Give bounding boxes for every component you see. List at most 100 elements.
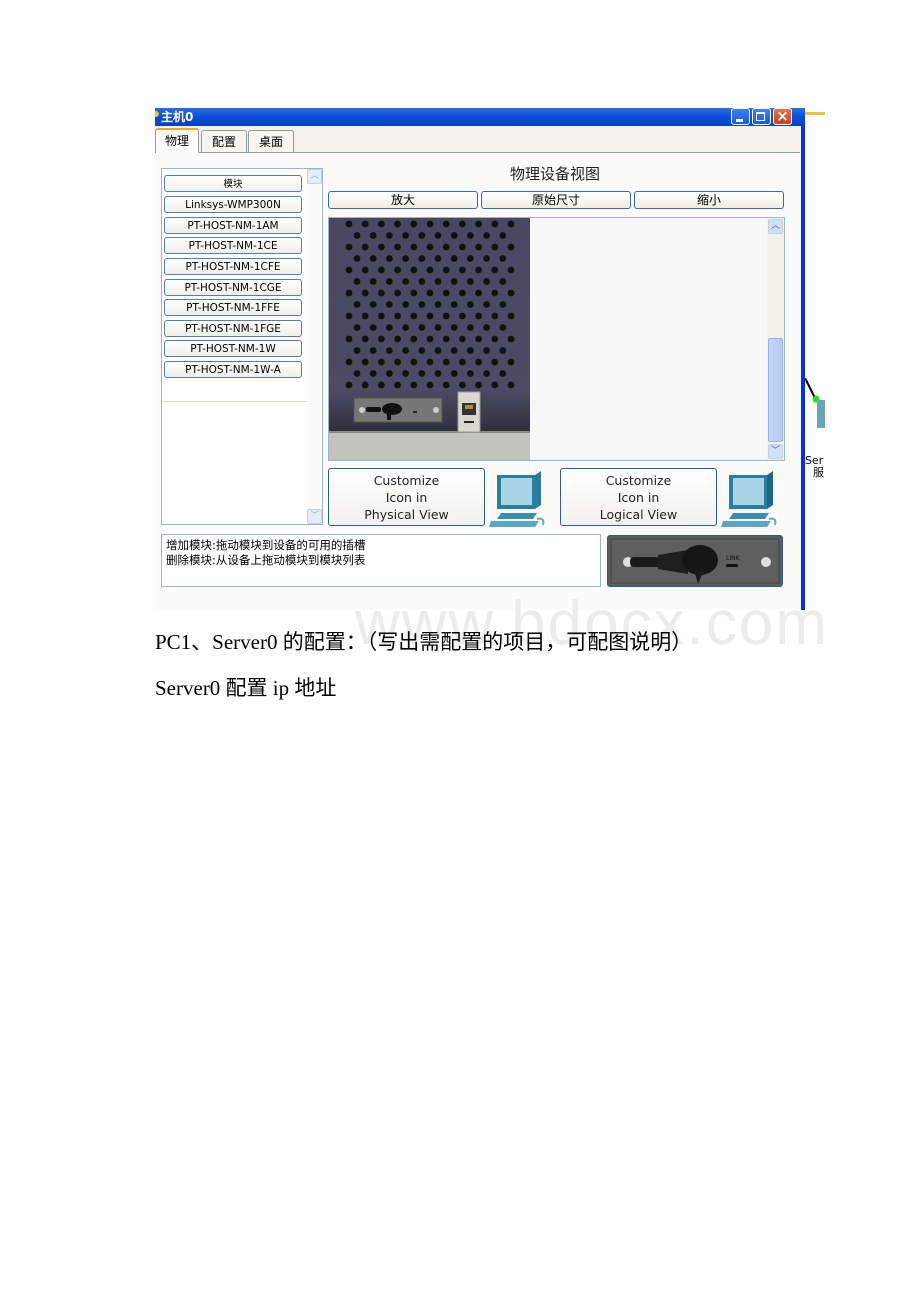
scroll-down-arrow-icon[interactable]: ﹀ bbox=[768, 444, 783, 459]
module-list-scrollbar[interactable]: ︿ ﹀ bbox=[307, 169, 322, 524]
module-list-header[interactable]: 模块 bbox=[164, 175, 302, 192]
vent-hole bbox=[369, 232, 377, 239]
device-view-scrollbar[interactable]: ︿ ﹀ bbox=[767, 218, 784, 460]
device-image bbox=[329, 218, 530, 460]
vent-hole bbox=[402, 255, 409, 262]
tab-desktop[interactable]: 桌面 bbox=[248, 130, 294, 152]
vent-hole bbox=[442, 358, 450, 366]
vent-hole bbox=[434, 255, 442, 262]
vent-hole bbox=[418, 324, 426, 331]
vent-hole bbox=[442, 266, 450, 274]
vent-hole bbox=[434, 370, 442, 377]
vent-hole bbox=[491, 220, 499, 228]
vent-hole bbox=[483, 370, 490, 377]
topology-canvas[interactable]: Ser 服 bbox=[805, 108, 920, 610]
vent-hole bbox=[394, 266, 401, 274]
vent-hole bbox=[353, 370, 361, 377]
physical-device-view[interactable]: ︿ ﹀ bbox=[328, 217, 785, 461]
title-bar[interactable]: 主机0 × bbox=[155, 108, 805, 126]
vent-hole bbox=[394, 289, 401, 297]
vent-hole bbox=[450, 347, 458, 354]
vent-hole bbox=[459, 335, 466, 343]
module-item[interactable]: PT-HOST-NM-1CGE bbox=[164, 279, 302, 296]
scroll-down-arrow-icon[interactable]: ﹀ bbox=[307, 509, 322, 524]
vent-hole bbox=[475, 289, 482, 297]
vent-hole bbox=[426, 289, 434, 297]
vent-hole bbox=[491, 266, 499, 274]
module-item[interactable]: PT-HOST-NM-1AM bbox=[164, 217, 302, 234]
module-item[interactable]: PT-HOST-NM-1W-A bbox=[164, 361, 302, 378]
module-item[interactable]: PT-HOST-NM-1CE bbox=[164, 237, 302, 254]
minimize-button[interactable] bbox=[731, 108, 750, 125]
vent-hole bbox=[410, 289, 418, 297]
vent-hole bbox=[378, 289, 385, 297]
vent-hole bbox=[418, 301, 426, 308]
vent-hole bbox=[459, 289, 466, 297]
module-slot[interactable] bbox=[353, 397, 443, 423]
customize-physical-icon-button[interactable]: Customize Icon in Physical View bbox=[328, 468, 485, 526]
vent-hole bbox=[345, 243, 353, 251]
vent-hole bbox=[410, 243, 418, 251]
vent-hole bbox=[418, 255, 426, 262]
vent-hole bbox=[475, 220, 482, 228]
maximize-button[interactable] bbox=[752, 108, 771, 125]
vent-hole bbox=[402, 347, 409, 354]
zoom-in-button[interactable]: 放大 bbox=[328, 191, 478, 209]
physical-view-title: 物理设备视图 bbox=[509, 165, 600, 183]
vent-hole bbox=[361, 358, 369, 366]
server-label[interactable]: Ser 服 bbox=[805, 455, 824, 479]
vent-hole bbox=[450, 255, 458, 262]
vent-hole bbox=[499, 324, 507, 331]
original-size-button[interactable]: 原始尺寸 bbox=[481, 191, 631, 209]
vent-hole bbox=[442, 243, 450, 251]
vent-hole bbox=[369, 324, 377, 331]
vent-hole bbox=[394, 335, 401, 343]
vent-hole bbox=[378, 243, 385, 251]
vent-hole bbox=[434, 278, 442, 285]
vent-hole bbox=[402, 370, 409, 377]
close-button[interactable]: × bbox=[773, 108, 792, 125]
vent-hole bbox=[361, 220, 369, 228]
vent-hole bbox=[491, 335, 499, 343]
close-icon: × bbox=[776, 108, 789, 125]
vent-hole bbox=[361, 335, 369, 343]
tab-config[interactable]: 配置 bbox=[201, 130, 247, 152]
vent-hole bbox=[507, 381, 515, 389]
vent-hole bbox=[418, 347, 426, 354]
customize-line: Physical View bbox=[364, 507, 449, 522]
vent-hole bbox=[450, 370, 458, 377]
vent-hole bbox=[369, 347, 377, 354]
vent-hole bbox=[434, 324, 442, 331]
module-item[interactable]: PT-HOST-NM-1FGE bbox=[164, 320, 302, 337]
info-remove-module: 删除模块:从设备上拖动模块到模块列表 bbox=[166, 553, 366, 567]
vent-hole bbox=[475, 381, 482, 389]
vent-hole bbox=[410, 358, 418, 366]
customize-logical-icon-button[interactable]: Customize Icon in Logical View bbox=[560, 468, 717, 526]
vent-hole bbox=[394, 220, 401, 228]
vent-hole bbox=[426, 266, 434, 274]
module-item[interactable]: Linksys-WMP300N bbox=[164, 196, 302, 213]
vent-hole bbox=[386, 255, 393, 262]
vent-hole bbox=[394, 243, 401, 251]
vent-hole bbox=[378, 266, 385, 274]
doc-line: Server0 配置 ip 地址 bbox=[155, 676, 337, 700]
zoom-out-button[interactable]: 缩小 bbox=[634, 191, 784, 209]
vent-hole bbox=[467, 232, 474, 239]
scrollbar-thumb[interactable] bbox=[768, 338, 783, 442]
vent-hole bbox=[459, 220, 466, 228]
module-item[interactable]: PT-HOST-NM-1FFE bbox=[164, 299, 302, 316]
vent-hole bbox=[442, 312, 450, 320]
vent-hole bbox=[361, 312, 369, 320]
scroll-up-arrow-icon[interactable]: ︿ bbox=[768, 219, 783, 234]
vent-hole bbox=[426, 358, 434, 366]
vent-hole bbox=[442, 289, 450, 297]
module-preview-image: LINK bbox=[610, 538, 780, 584]
module-item[interactable]: PT-HOST-NM-1W bbox=[164, 340, 302, 357]
module-list[interactable]: 模块 Linksys-WMP300N PT-HOST-NM-1AM PT-HOS… bbox=[161, 168, 323, 525]
scroll-up-arrow-icon[interactable]: ︿ bbox=[307, 169, 322, 184]
vent-hole bbox=[434, 232, 442, 239]
tab-physical[interactable]: 物理 bbox=[155, 128, 199, 153]
vent-hole bbox=[418, 278, 426, 285]
module-item[interactable]: PT-HOST-NM-1CFE bbox=[164, 258, 302, 275]
vent-hole bbox=[410, 266, 418, 274]
